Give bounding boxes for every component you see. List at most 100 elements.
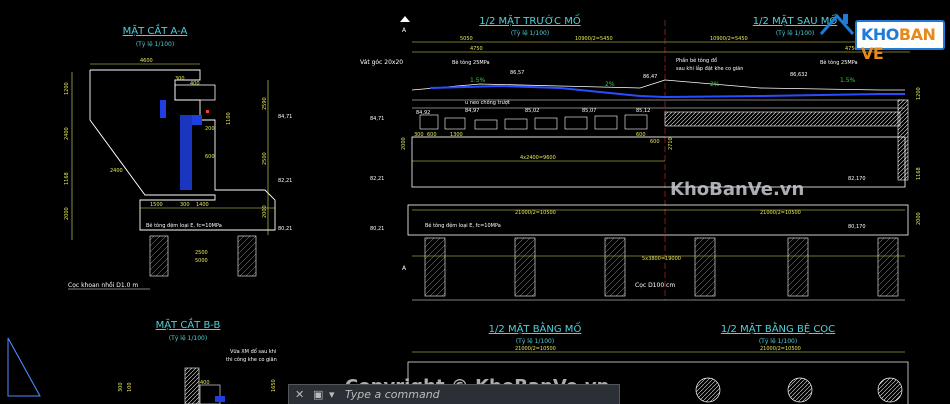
close-icon[interactable]: ✕ xyxy=(295,388,304,401)
front-title: 1/2 MẶT TRƯỚC MỐ xyxy=(479,13,581,27)
section-aa-scale: (Tỷ lệ 1/100) xyxy=(136,41,174,48)
aa-dim-1400: 1400 xyxy=(196,202,209,208)
slope-left: 1.5% xyxy=(470,77,486,84)
fr-dim-21000: 21000/2=10500 xyxy=(515,210,556,216)
note-sau-khi-lap: sau khi lắp đặt khe co giãn xyxy=(676,65,743,72)
slope-2a: 2% xyxy=(605,81,615,88)
plan-pile-1 xyxy=(695,377,721,403)
marker-a-bot: A xyxy=(402,265,407,272)
aa-coc-note: Cọc khoan nhồi D1.0 m xyxy=(68,281,138,289)
aa-dim-2500b: 2500 xyxy=(195,250,208,256)
section-aa-title: MẶT CẮT A-A xyxy=(123,23,188,37)
aa-dim-2400: 2400 xyxy=(64,127,70,140)
aa-dim-1100: 1100 xyxy=(226,112,232,125)
level-f1: 86,57 xyxy=(510,70,524,76)
front-scale: (Tỷ lệ 1/100) xyxy=(511,30,549,37)
section-bb: MẶT CẮT B-B (Tỷ lệ 1/100) Vữa XM đổ sau … xyxy=(7,317,277,404)
elevation: 1/2 MẶT TRƯỚC MỐ (Tỷ lệ 1/100) 1/2 MẶT S… xyxy=(360,13,922,301)
back-scale: (Tỷ lệ 1/100) xyxy=(776,30,814,37)
aa-dim-2000b: 2000 xyxy=(262,205,268,218)
aa-dim-2000: 2000 xyxy=(64,207,70,220)
aa-level-2: 82,21 xyxy=(278,178,292,184)
fr-dim-4750: 4750 xyxy=(470,46,483,52)
note-be-tong-25b: Bê tông 25MPa xyxy=(820,59,858,66)
bb-dim-1650: 1650 xyxy=(271,379,277,392)
bk-dim-1168: 1168 xyxy=(916,167,922,180)
fr-dim-600d: 600 xyxy=(650,139,660,145)
aa-be-tong-dem: Bê tông đệm loại E, fc=10MPa xyxy=(146,222,222,229)
aa-dim-400: 400 xyxy=(190,81,200,87)
abutment-footing xyxy=(407,204,909,236)
aa-dim-300b: 300 xyxy=(180,202,190,208)
aa-dim-2400b: 2400 xyxy=(110,168,123,174)
slope-right: 1.5% xyxy=(840,77,856,84)
bk-dim-21000: 21000/2=10500 xyxy=(760,210,801,216)
cad-drawing-area[interactable]: MẶT CẮT A-A (Tỷ lệ 1/100) 4600 1200 2400… xyxy=(0,0,950,404)
logo-box: KHOBAN VE xyxy=(855,20,945,63)
level-f10: 80,21 xyxy=(370,226,384,232)
section-aa: MẶT CẮT A-A (Tỷ lệ 1/100) 4600 1200 2400… xyxy=(64,23,292,290)
marker-a-top: A xyxy=(402,27,407,34)
anti-slip-blocks xyxy=(419,114,648,130)
aa-pile-right xyxy=(237,235,257,277)
note-be-tong-25: Bê tông 25MPa xyxy=(452,59,490,66)
bb-thi-cong: thi công khe co giãn xyxy=(226,356,277,363)
level-f4: 84,97 xyxy=(465,108,479,114)
level-f5: 85,07 xyxy=(582,108,596,114)
aa-pile-left xyxy=(149,235,169,277)
bk-dim-10900: 10900/2=5450 xyxy=(710,36,748,42)
section-bb-scale: (Tỷ lệ 1/100) xyxy=(169,335,207,342)
aa-dim-5000: 5000 xyxy=(195,258,208,264)
command-line[interactable]: ✕ ▣ ▾ Type a command xyxy=(288,384,620,404)
pile-plan-title: 1/2 MẶT BẰNG BỆ CỌC xyxy=(721,321,835,335)
back-wall-hatch xyxy=(897,99,909,181)
chevron-down-icon[interactable]: ▾ xyxy=(329,388,335,401)
pile-plan-scale: (Tỷ lệ 1/100) xyxy=(759,338,797,345)
aa-level-1: 84,71 xyxy=(278,114,292,120)
aa-bearing-block xyxy=(174,84,216,101)
note-be-tong-dem-front: Bê tông đệm loại E, fc=10MPa xyxy=(425,222,501,229)
level-b3: 80,170 xyxy=(848,224,866,230)
pl-dim-21000b: 21000/2=10500 xyxy=(760,346,801,352)
back-pavement-blue xyxy=(664,93,905,98)
fr-dim-4x2400: 4x2400=9600 xyxy=(520,155,556,161)
khobanve-logo: KHOBAN VE xyxy=(815,6,945,63)
note-vat-goc: Vát góc 20x20 xyxy=(360,59,403,66)
level-f9: 82,21 xyxy=(370,176,384,182)
aa-dim-1168: 1168 xyxy=(64,172,70,185)
bk-dim-1200: 1200 xyxy=(916,87,922,100)
aa-red-marker xyxy=(206,110,209,113)
back-beam xyxy=(664,111,901,127)
plan-pile-3 xyxy=(877,377,903,403)
cad-canvas[interactable]: MẶT CẮT A-A (Tỷ lệ 1/100) 4600 1200 2400… xyxy=(0,0,950,404)
pl-dim-21000: 21000/2=10500 xyxy=(515,346,556,352)
watermark-mid: KhoBanVe.vn xyxy=(670,179,804,200)
fr-dim-2000: 2000 xyxy=(401,137,407,150)
bb-wall-hatch xyxy=(184,367,200,404)
fr-dim-2710: 2710 xyxy=(668,137,674,150)
fr-dim-5050: 5050 xyxy=(460,36,473,42)
plan-pile-2 xyxy=(787,377,813,403)
level-f8: 84,71 xyxy=(370,116,384,122)
aa-dim-1200: 1200 xyxy=(64,82,70,95)
note-phan-be-tong: Phần bê tông đổ xyxy=(676,56,717,64)
level-b1: 86,632 xyxy=(790,72,808,78)
fr-dim-5x3800: 5x3800=19000 xyxy=(642,256,681,262)
note-coc-front: Cọc D100 cm xyxy=(635,282,675,289)
aa-dim-300: 300 xyxy=(175,76,185,82)
command-history-icon[interactable]: ▣ xyxy=(313,388,323,401)
level-f6: 85,12 xyxy=(636,108,650,114)
bb-dim-100: 100 xyxy=(127,382,133,392)
aa-dim-1500: 1500 xyxy=(150,202,163,208)
level-b2: 82,170 xyxy=(848,176,866,182)
aa-dim-600: 600 xyxy=(205,154,215,160)
aa-backwall-cut xyxy=(180,115,192,190)
bb-dim-300: 300 xyxy=(118,382,124,392)
logo-text-kho: KHO xyxy=(861,25,899,44)
aa-dim-top: 4600 xyxy=(140,58,153,64)
command-input[interactable]: Type a command xyxy=(345,388,440,401)
slope-2b: 2% xyxy=(710,81,720,88)
level-f2: 86,47 xyxy=(643,74,657,80)
bk-dim-2000: 2000 xyxy=(916,212,922,225)
aa-dim-2590: 2590 xyxy=(262,97,268,110)
